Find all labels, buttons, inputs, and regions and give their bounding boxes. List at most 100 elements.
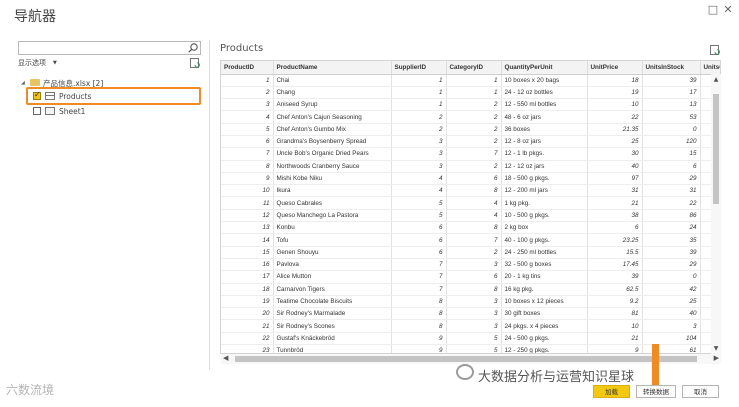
- cancel-button[interactable]: 取消: [682, 385, 719, 398]
- table-cell: 3: [446, 258, 502, 272]
- table-cell: 7: [446, 233, 502, 247]
- table-cell: 39: [642, 74, 701, 87]
- sheet-icon: [45, 107, 55, 115]
- table-cell: 53: [642, 110, 701, 124]
- table-cell: 9.2: [587, 295, 643, 309]
- window-title: 导航器: [14, 9, 56, 25]
- table-cell: 2: [446, 246, 502, 259]
- table-row: 19 Teatime Chocolate Biscuits 8 3 10 boxes x…: [221, 295, 720, 309]
- vertical-scroll-thumb[interactable]: [713, 94, 719, 204]
- table-cell: 12 - 550 ml bottles: [501, 98, 588, 112]
- table-row: 11 Queso Cabrales 5 4 1 kg pkg. 21 22: [221, 196, 720, 210]
- table-cell: 15.5: [587, 246, 643, 259]
- table-cell: Genen Shouyu: [273, 246, 392, 259]
- table-cell: 15: [221, 246, 274, 259]
- maximize-icon[interactable]: □: [707, 3, 719, 16]
- table-cell: 2: [446, 110, 502, 124]
- table-cell: 3: [446, 319, 502, 333]
- table-cell: 4: [446, 209, 502, 223]
- table-cell: 3: [391, 147, 447, 161]
- sheet1-checkbox[interactable]: [33, 107, 41, 115]
- table-cell: 3: [446, 307, 502, 321]
- table-cell: 17.45: [587, 258, 643, 272]
- table-cell: 3: [446, 295, 502, 309]
- table-cell: Chang: [273, 86, 392, 100]
- tree-item-products[interactable]: Products: [59, 92, 91, 101]
- scroll-up-icon[interactable]: ▲: [711, 76, 721, 83]
- table-cell: 1: [391, 86, 447, 100]
- table-cell: 38: [587, 209, 643, 223]
- chevron-down-icon[interactable]: ▼: [53, 60, 57, 66]
- column-header[interactable]: QuantityPerUnit: [501, 61, 588, 75]
- table-cell: 19: [587, 86, 643, 100]
- table-cell: 5: [391, 209, 447, 223]
- table-cell: 4: [446, 196, 502, 210]
- table-cell: 8: [446, 283, 502, 296]
- table-cell: 13: [221, 221, 274, 235]
- preview-grid[interactable]: ProductID ProductName SupplierID CategoryID…: [220, 60, 721, 354]
- table-cell: 35: [642, 233, 701, 247]
- load-button[interactable]: 加载: [593, 385, 630, 398]
- column-header[interactable]: ProductName: [273, 61, 392, 75]
- table-row: 18 Carnarvon Tigers 7 8 16 kg pkg. 62.5 42: [221, 283, 720, 296]
- table-cell: 5: [391, 196, 447, 210]
- table-cell: 19: [221, 295, 274, 309]
- table-cell: Northwoods Cranberry Sauce: [273, 160, 392, 173]
- table-cell: Sir Rodney's Marmalade: [273, 307, 392, 321]
- expand-triangle-icon[interactable]: ◢: [21, 80, 25, 86]
- table-cell: 4: [391, 184, 447, 198]
- products-checkbox[interactable]: [33, 90, 41, 100]
- table-cell: Tofu: [273, 233, 392, 247]
- refresh-preview-icon[interactable]: [709, 44, 721, 56]
- table-cell: 23: [221, 344, 274, 353]
- table-row: 13 Konbu 6 8 2 kg box 6 24: [221, 221, 720, 235]
- table-cell: 40: [642, 307, 701, 321]
- column-header[interactable]: UnitPrice: [587, 61, 643, 75]
- column-header[interactable]: CategoryID: [446, 61, 502, 75]
- refresh-icon[interactable]: [189, 57, 201, 69]
- scroll-right-icon[interactable]: ▶: [714, 354, 719, 362]
- table-row: 6 Grandma's Boysenberry Spread 3 2 12 - 8 oz…: [221, 135, 720, 149]
- table-cell: 17: [642, 86, 701, 100]
- table-cell: 24 - 250 ml bottles: [501, 246, 588, 259]
- column-header[interactable]: UnitsInStock: [642, 61, 701, 75]
- table-cell: 10: [587, 98, 643, 112]
- table-cell: Pavlova: [273, 258, 392, 272]
- display-options-dropdown[interactable]: 显示选项: [18, 58, 46, 68]
- close-icon[interactable]: ✕: [722, 3, 734, 16]
- table-cell: 6: [642, 160, 701, 173]
- table-cell: 10 boxes x 20 bags: [501, 74, 588, 87]
- table-cell: Grandma's Boysenberry Spread: [273, 135, 392, 149]
- table-cell: 2: [446, 98, 502, 112]
- table-cell: 104: [642, 332, 701, 346]
- column-header[interactable]: SupplierID: [391, 61, 447, 75]
- tree-item-sheet1[interactable]: Sheet1: [59, 107, 85, 116]
- table-cell: 1: [446, 74, 502, 87]
- table-row: 16 Pavlova 7 3 32 - 500 g boxes 17.45 29: [221, 258, 720, 272]
- table-row: 22 Gustaf's Knäckebröd 9 5 24 - 500 g pkgs. 2…: [221, 332, 720, 346]
- table-cell: Gustaf's Knäckebröd: [273, 332, 392, 346]
- table-cell: 2: [446, 123, 502, 136]
- column-header[interactable]: UnitsOn: [700, 61, 720, 75]
- table-cell: 24 - 12 oz bottles: [501, 86, 588, 100]
- scroll-left-icon[interactable]: ◀: [223, 354, 228, 362]
- table-cell: 9: [587, 344, 643, 353]
- table-cell: 3: [391, 135, 447, 149]
- table-cell: 23.25: [587, 233, 643, 247]
- table-cell: 5: [221, 123, 274, 136]
- horizontal-scroll-thumb[interactable]: [235, 356, 697, 362]
- search-input[interactable]: [18, 41, 201, 55]
- table-cell: 9: [391, 332, 447, 346]
- scroll-down-icon[interactable]: ▼: [711, 345, 721, 352]
- horizontal-scrollbar[interactable]: ◀ ▶: [221, 354, 721, 364]
- table-row: 12 Queso Manchego La Pastora 5 4 10 - 500 g …: [221, 209, 720, 223]
- search-icon[interactable]: [187, 42, 199, 54]
- column-header[interactable]: ProductID: [221, 61, 274, 75]
- pane-divider[interactable]: [209, 40, 210, 370]
- vertical-scrollbar[interactable]: ▲ ▼: [711, 74, 721, 354]
- transform-data-button[interactable]: 转换数据: [636, 385, 676, 398]
- table-cell: 2: [221, 86, 274, 100]
- table-cell: 81: [587, 307, 643, 321]
- table-cell: 62.5: [587, 283, 643, 296]
- table-cell: Uncle Bob's Organic Dried Pears: [273, 147, 392, 161]
